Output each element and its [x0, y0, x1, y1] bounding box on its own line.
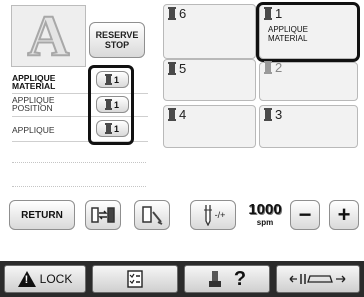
needle-cell-3[interactable]: 3 [259, 105, 358, 148]
lock-button[interactable]: ! LOCK [4, 265, 86, 293]
spool-icon [264, 108, 272, 121]
speed-display: 1000 spm [243, 202, 287, 230]
reserve-stop-button[interactable]: RESERVE STOP [89, 22, 145, 58]
speed-unit: spm [256, 218, 274, 227]
needle-cell-5[interactable]: 5 [163, 59, 256, 101]
thread-color-button[interactable] [134, 200, 170, 230]
needle-icon [203, 205, 212, 226]
divider [12, 186, 146, 187]
help-mark: ? [233, 267, 247, 290]
spool-icon [264, 61, 272, 74]
return-label: RETURN [21, 209, 63, 221]
needle-swap-button[interactable] [85, 200, 121, 230]
needle-number: 4 [179, 107, 187, 122]
needle-number: 3 [275, 107, 283, 122]
material-row-label-3: APPLIQUE [12, 125, 55, 135]
checklist-icon [127, 270, 143, 288]
frame-move-button[interactable] [276, 265, 360, 293]
thread-spool-icon [142, 206, 163, 225]
speed-value: 1000 [248, 201, 282, 218]
embroidery-settings-button[interactable] [92, 265, 178, 293]
return-button[interactable]: RETURN [9, 200, 75, 230]
spool-icon [168, 62, 176, 75]
needle-cell-2[interactable]: 2 [259, 60, 358, 101]
spool-icon [168, 7, 176, 20]
lock-label: LOCK [39, 272, 73, 286]
needle-cell-6[interactable]: 6 [163, 4, 256, 59]
machine-help-icon [208, 271, 221, 287]
needle-number: 5 [179, 61, 187, 76]
material-row-label-1: APPLIQUE MATERIAL [12, 73, 56, 91]
preview-letter: A [27, 3, 71, 68]
needle-selection-highlight [256, 2, 360, 62]
speed-decrease-button[interactable]: − [290, 200, 320, 230]
material-row-label-2: APPLIQUE POSITION [12, 95, 55, 113]
needle-number: 2 [275, 60, 283, 75]
speed-increase-button[interactable]: + [329, 200, 359, 230]
pattern-preview: A [11, 5, 86, 67]
needle-cell-4[interactable]: 4 [163, 105, 256, 148]
needle-number: 6 [179, 6, 187, 21]
minus-icon: − [298, 202, 312, 227]
spool-icon [168, 108, 176, 121]
reserve-stop-line1: RESERVE [95, 30, 139, 40]
frame-move-icon [289, 274, 346, 284]
needle-swap-icon [91, 207, 115, 223]
reserve-stop-line2: STOP [104, 40, 130, 50]
material-selection-highlight [88, 65, 134, 145]
help-button[interactable]: ? [184, 265, 270, 293]
warning-icon: ! [17, 271, 36, 287]
divider [12, 162, 146, 163]
needle-bar-button[interactable]: -/+ [190, 200, 236, 230]
plus-icon: + [337, 202, 351, 227]
needle-bar-label: -/+ [214, 210, 226, 220]
